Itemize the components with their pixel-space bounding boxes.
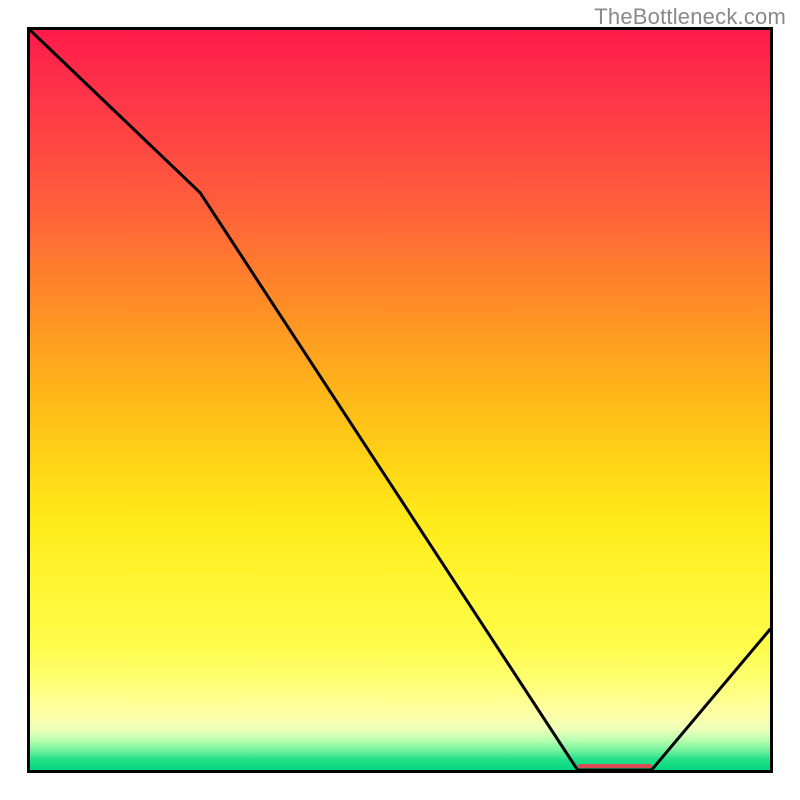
optimum-range-marker (578, 764, 652, 768)
chart-line-svg (30, 30, 770, 770)
chart-plot-area (27, 27, 773, 773)
bottleneck-curve-path (30, 30, 770, 770)
